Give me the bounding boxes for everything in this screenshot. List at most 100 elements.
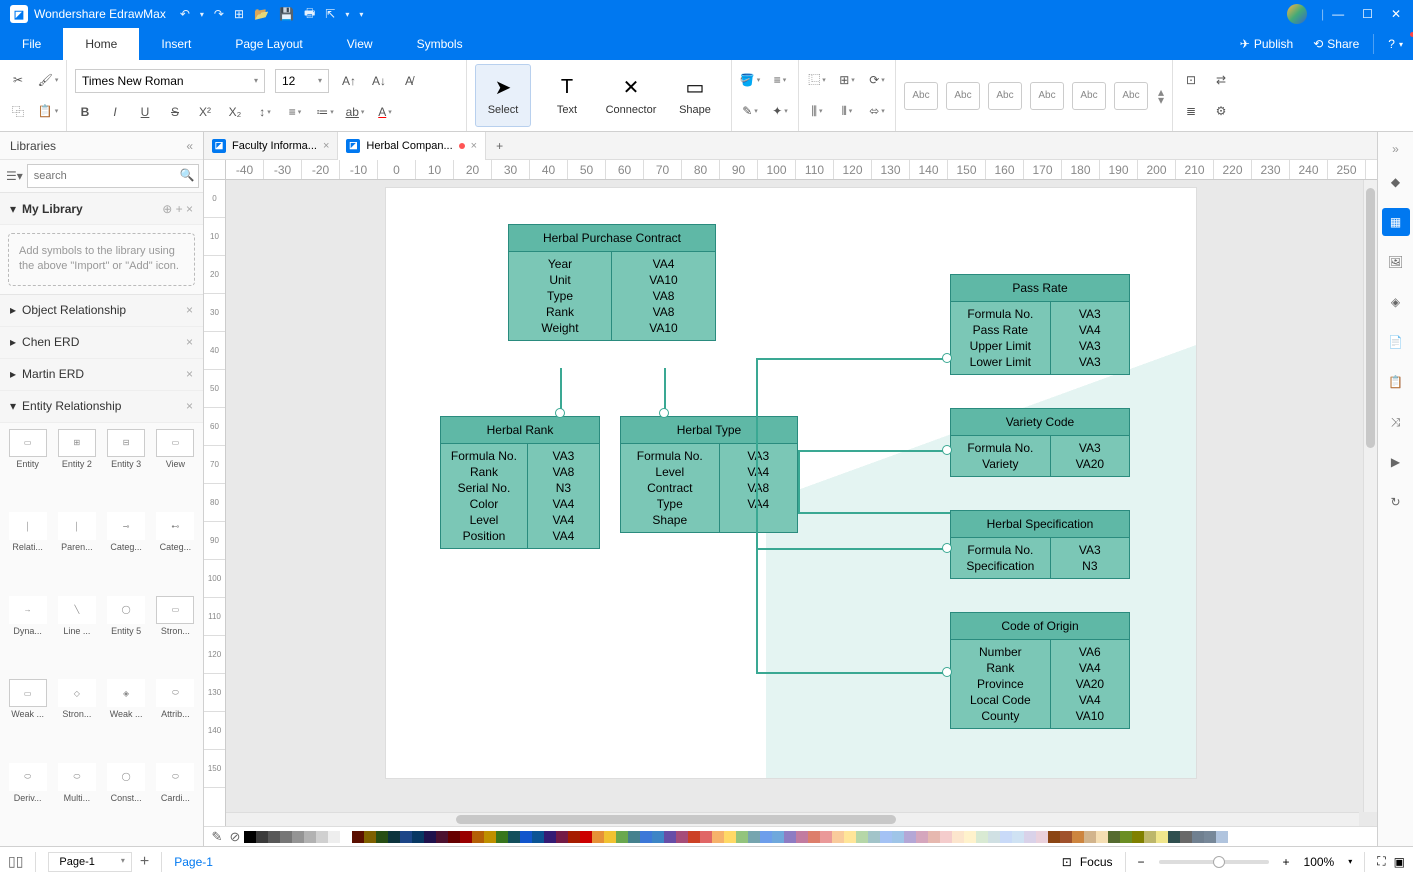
bullets-icon[interactable]: ≔ — [315, 102, 335, 122]
library-search-input[interactable] — [27, 164, 199, 188]
shape-item[interactable]: ▭View — [152, 427, 199, 508]
theme-swatch-6[interactable]: Abc — [1114, 82, 1148, 110]
import-icon[interactable]: ⊕ — [162, 202, 172, 216]
color-swatch[interactable] — [472, 831, 484, 843]
theme-swatch-2[interactable]: Abc — [946, 82, 980, 110]
section-object-rel[interactable]: ▸ Object Relationship× — [0, 295, 203, 327]
entity-pass-rate[interactable]: Pass Rate Formula No.Pass RateUpper Limi… — [950, 274, 1130, 375]
theme-swatch-3[interactable]: Abc — [988, 82, 1022, 110]
color-swatch[interactable] — [1120, 831, 1132, 843]
color-swatch[interactable] — [700, 831, 712, 843]
select-tool[interactable]: ➤Select — [475, 64, 531, 127]
library-menu-icon[interactable]: ☰▾ — [6, 165, 23, 187]
color-swatch[interactable] — [1204, 831, 1216, 843]
color-swatch[interactable] — [760, 831, 772, 843]
color-swatch[interactable] — [904, 831, 916, 843]
doc-tab-1[interactable]: ◪ Faculty Informa... × — [204, 132, 338, 160]
canvas-viewport[interactable]: Herbal Purchase Contract YearUnitTypeRan… — [226, 180, 1377, 806]
color-swatch[interactable] — [424, 831, 436, 843]
section-chen-erd[interactable]: ▸ Chen ERD× — [0, 327, 203, 359]
shape-item[interactable]: ⬭Multi... — [53, 761, 100, 842]
minimize-icon[interactable]: — — [1332, 7, 1344, 21]
find-icon[interactable]: ⊡ — [1181, 70, 1201, 90]
color-swatch[interactable] — [1000, 831, 1012, 843]
shape-item[interactable]: ▭Weak ... — [4, 677, 51, 758]
color-swatch[interactable] — [832, 831, 844, 843]
page[interactable]: Herbal Purchase Contract YearUnitTypeRan… — [386, 188, 1196, 778]
color-swatch[interactable] — [388, 831, 400, 843]
export-icon[interactable]: ⇱ — [325, 7, 335, 21]
color-swatch[interactable] — [352, 831, 364, 843]
shape-item[interactable]: ⊸Categ... — [103, 510, 150, 591]
rotate-icon[interactable]: ⟳ — [867, 70, 887, 90]
new-icon[interactable]: ⊞ — [234, 7, 244, 21]
color-swatch[interactable] — [520, 831, 532, 843]
share-button[interactable]: ⟲Share — [1303, 28, 1369, 60]
section-entity-rel[interactable]: ▾ Entity Relationship× — [0, 391, 203, 423]
color-swatch[interactable] — [868, 831, 880, 843]
present-panel-icon[interactable]: ▶ — [1382, 448, 1410, 476]
color-swatch[interactable] — [820, 831, 832, 843]
color-swatch[interactable] — [1132, 831, 1144, 843]
close-section-icon[interactable]: × — [186, 202, 193, 216]
text-tool[interactable]: TText — [539, 64, 595, 127]
entity-variety-code[interactable]: Variety Code Formula No.Variety VA3VA20 — [950, 408, 1130, 477]
ruler-origin[interactable] — [204, 160, 226, 180]
color-swatch[interactable] — [376, 831, 388, 843]
copy-icon[interactable]: ⿻ — [8, 101, 28, 121]
color-swatch[interactable] — [292, 831, 304, 843]
shuffle-panel-icon[interactable]: ⤨ — [1382, 408, 1410, 436]
color-swatch[interactable] — [580, 831, 592, 843]
cut-icon[interactable]: ✂ — [8, 70, 28, 90]
theme-scroll[interactable]: ▴▾ — [1158, 88, 1164, 104]
bring-front-icon[interactable]: ⿺ — [807, 70, 827, 90]
color-swatch[interactable] — [880, 831, 892, 843]
bold-icon[interactable]: B — [75, 102, 95, 122]
menu-symbols[interactable]: Symbols — [395, 28, 485, 60]
color-swatch[interactable] — [244, 831, 256, 843]
color-swatch[interactable] — [328, 831, 340, 843]
color-swatch[interactable] — [1048, 831, 1060, 843]
theme-swatch-5[interactable]: Abc — [1072, 82, 1106, 110]
color-swatch[interactable] — [676, 831, 688, 843]
shape-item[interactable]: ╲Line ... — [53, 594, 100, 675]
line-style-icon[interactable]: ≡ — [770, 70, 790, 90]
user-avatar[interactable] — [1287, 4, 1307, 24]
color-swatch[interactable] — [280, 831, 292, 843]
color-swatch[interactable] — [508, 831, 520, 843]
color-swatch[interactable] — [1012, 831, 1024, 843]
entity-herbal-spec[interactable]: Herbal Specification Formula No.Specific… — [950, 510, 1130, 579]
color-swatch[interactable] — [664, 831, 676, 843]
color-swatch[interactable] — [628, 831, 640, 843]
color-swatch[interactable] — [652, 831, 664, 843]
color-swatch[interactable] — [844, 831, 856, 843]
entity-herbal-type[interactable]: Herbal Type Formula No.LevelContractType… — [620, 416, 798, 533]
strike-icon[interactable]: S — [165, 102, 185, 122]
close-tab-icon[interactable]: × — [323, 140, 329, 152]
color-swatch[interactable] — [808, 831, 820, 843]
undo-dd-icon[interactable]: ▾ — [200, 10, 204, 19]
color-swatch[interactable] — [796, 831, 808, 843]
align-obj-icon[interactable]: ⫼ — [807, 101, 827, 121]
color-swatch[interactable] — [988, 831, 1000, 843]
zoom-in-button[interactable]: + — [1283, 855, 1290, 869]
shape-item[interactable]: ◇Stron... — [53, 677, 100, 758]
entity-herbal-rank[interactable]: Herbal Rank Formula No.RankSerial No.Col… — [440, 416, 600, 549]
section-my-library[interactable]: ▾ My Library ⊕ + × — [0, 193, 203, 225]
color-swatch[interactable] — [856, 831, 868, 843]
entity-code-origin[interactable]: Code of Origin NumberRankProvinceLocal C… — [950, 612, 1130, 729]
distribute-icon[interactable]: ⫴ — [837, 101, 857, 121]
eyedropper-icon[interactable]: ✎ — [208, 829, 226, 845]
menu-insert[interactable]: Insert — [139, 28, 213, 60]
qat-more-icon[interactable]: ▾ — [359, 10, 363, 19]
color-swatch[interactable] — [304, 831, 316, 843]
notes-panel-icon[interactable]: 📄 — [1382, 328, 1410, 356]
color-swatch[interactable] — [340, 831, 352, 843]
font-color-icon[interactable]: A — [375, 102, 395, 122]
color-swatch[interactable] — [568, 831, 580, 843]
superscript-icon[interactable]: X² — [195, 102, 215, 122]
color-swatch[interactable] — [976, 831, 988, 843]
decrease-font-icon[interactable]: A↓ — [369, 71, 389, 91]
redo-icon[interactable]: ↷ — [214, 7, 224, 21]
menu-home[interactable]: Home — [63, 28, 139, 60]
